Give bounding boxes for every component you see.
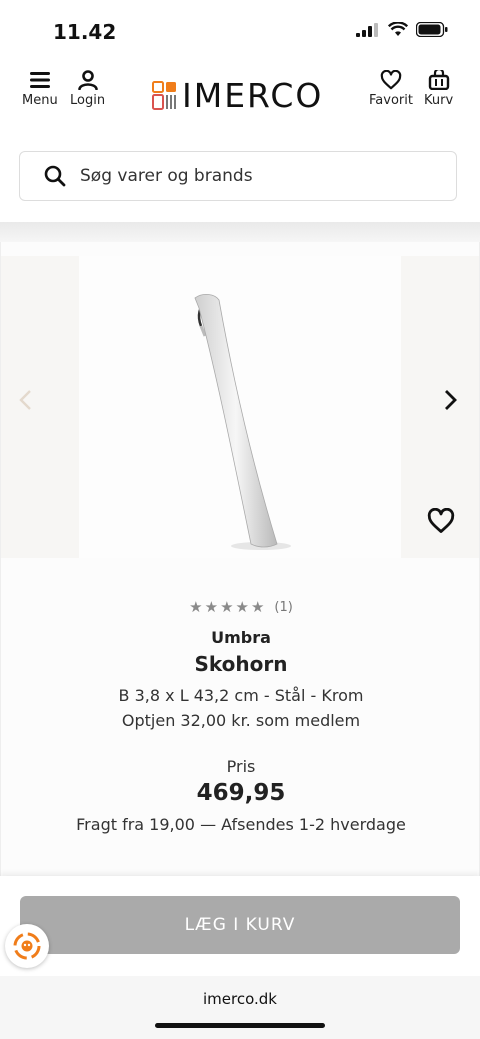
imerco-logo[interactable]: IMERCO: [152, 76, 323, 115]
star-icon: ★: [189, 598, 203, 616]
heart-icon: [380, 70, 402, 90]
home-indicator[interactable]: [155, 1023, 325, 1028]
search-icon: [44, 165, 66, 187]
section-divider: [0, 222, 480, 242]
cart-label: Kurv: [424, 93, 454, 108]
product-gallery[interactable]: [1, 256, 479, 558]
product-card: ★ ★ ★ ★ ★ (1) Umbra Skohorn B 3,8 x L 43…: [0, 242, 480, 878]
cart-button[interactable]: Kurv: [424, 70, 453, 108]
browser-url[interactable]: imerco.dk: [0, 990, 480, 1008]
user-icon: [77, 70, 98, 90]
star-icon: ★: [235, 598, 249, 616]
logo-text: IMERCO: [182, 76, 324, 115]
assistant-badge[interactable]: [5, 924, 49, 968]
product-price: 469,95: [196, 780, 286, 806]
product-image: [194, 294, 291, 550]
rating-count: (1): [274, 599, 293, 615]
wifi-icon: [388, 22, 408, 36]
login-label: Login: [70, 93, 106, 108]
assistant-icon: [13, 932, 41, 960]
star-icon: ★: [204, 598, 219, 616]
add-to-cart-button[interactable]: LÆG I KURV: [20, 896, 460, 954]
product-specs: B 3,8 x L 43,2 cm - Stål - Krom: [118, 686, 364, 705]
login-button[interactable]: Login: [70, 70, 105, 108]
shipping-info: Fragt fra 19,00 — Afsendes 1-2 hverdage: [76, 815, 406, 834]
menu-button[interactable]: Menu: [22, 70, 58, 108]
member-bonus: Optjen 32,00 kr. som medlem: [121, 711, 361, 730]
signal-icon: [356, 22, 378, 37]
logo-mark-icon: [152, 80, 176, 110]
product-name: Skohorn: [194, 652, 288, 676]
basket-icon: [428, 70, 449, 90]
favorites-label: Favorit: [369, 93, 413, 108]
search-bar[interactable]: [19, 151, 457, 201]
product-rating[interactable]: ★ ★ ★ ★ ★ (1): [1, 598, 480, 616]
hamburger-icon: [29, 72, 50, 88]
status-icons: [356, 22, 448, 37]
menu-label: Menu: [22, 93, 58, 108]
status-bar: 11.42: [0, 0, 480, 62]
add-to-favorites-icon[interactable]: [427, 508, 455, 534]
previous-image-button[interactable]: [17, 389, 35, 411]
battery-icon: [416, 22, 448, 37]
star-icon: ★: [250, 598, 265, 616]
product-brand[interactable]: Umbra: [1, 628, 480, 647]
browser-bar: imerco.dk: [0, 976, 480, 1039]
favorites-button[interactable]: Favorit: [369, 70, 413, 108]
next-image-button[interactable]: [441, 389, 459, 411]
status-time: 11.42: [53, 20, 117, 44]
price-label: Pris: [226, 757, 256, 776]
search-input[interactable]: [78, 165, 422, 187]
star-icon: ★: [220, 598, 234, 616]
site-header: Menu Login IMERCO Favorit Kurv Søg varer…: [0, 62, 480, 222]
add-to-cart-bar: LÆG I KURV: [0, 876, 480, 976]
product-image-frame: [79, 256, 401, 558]
